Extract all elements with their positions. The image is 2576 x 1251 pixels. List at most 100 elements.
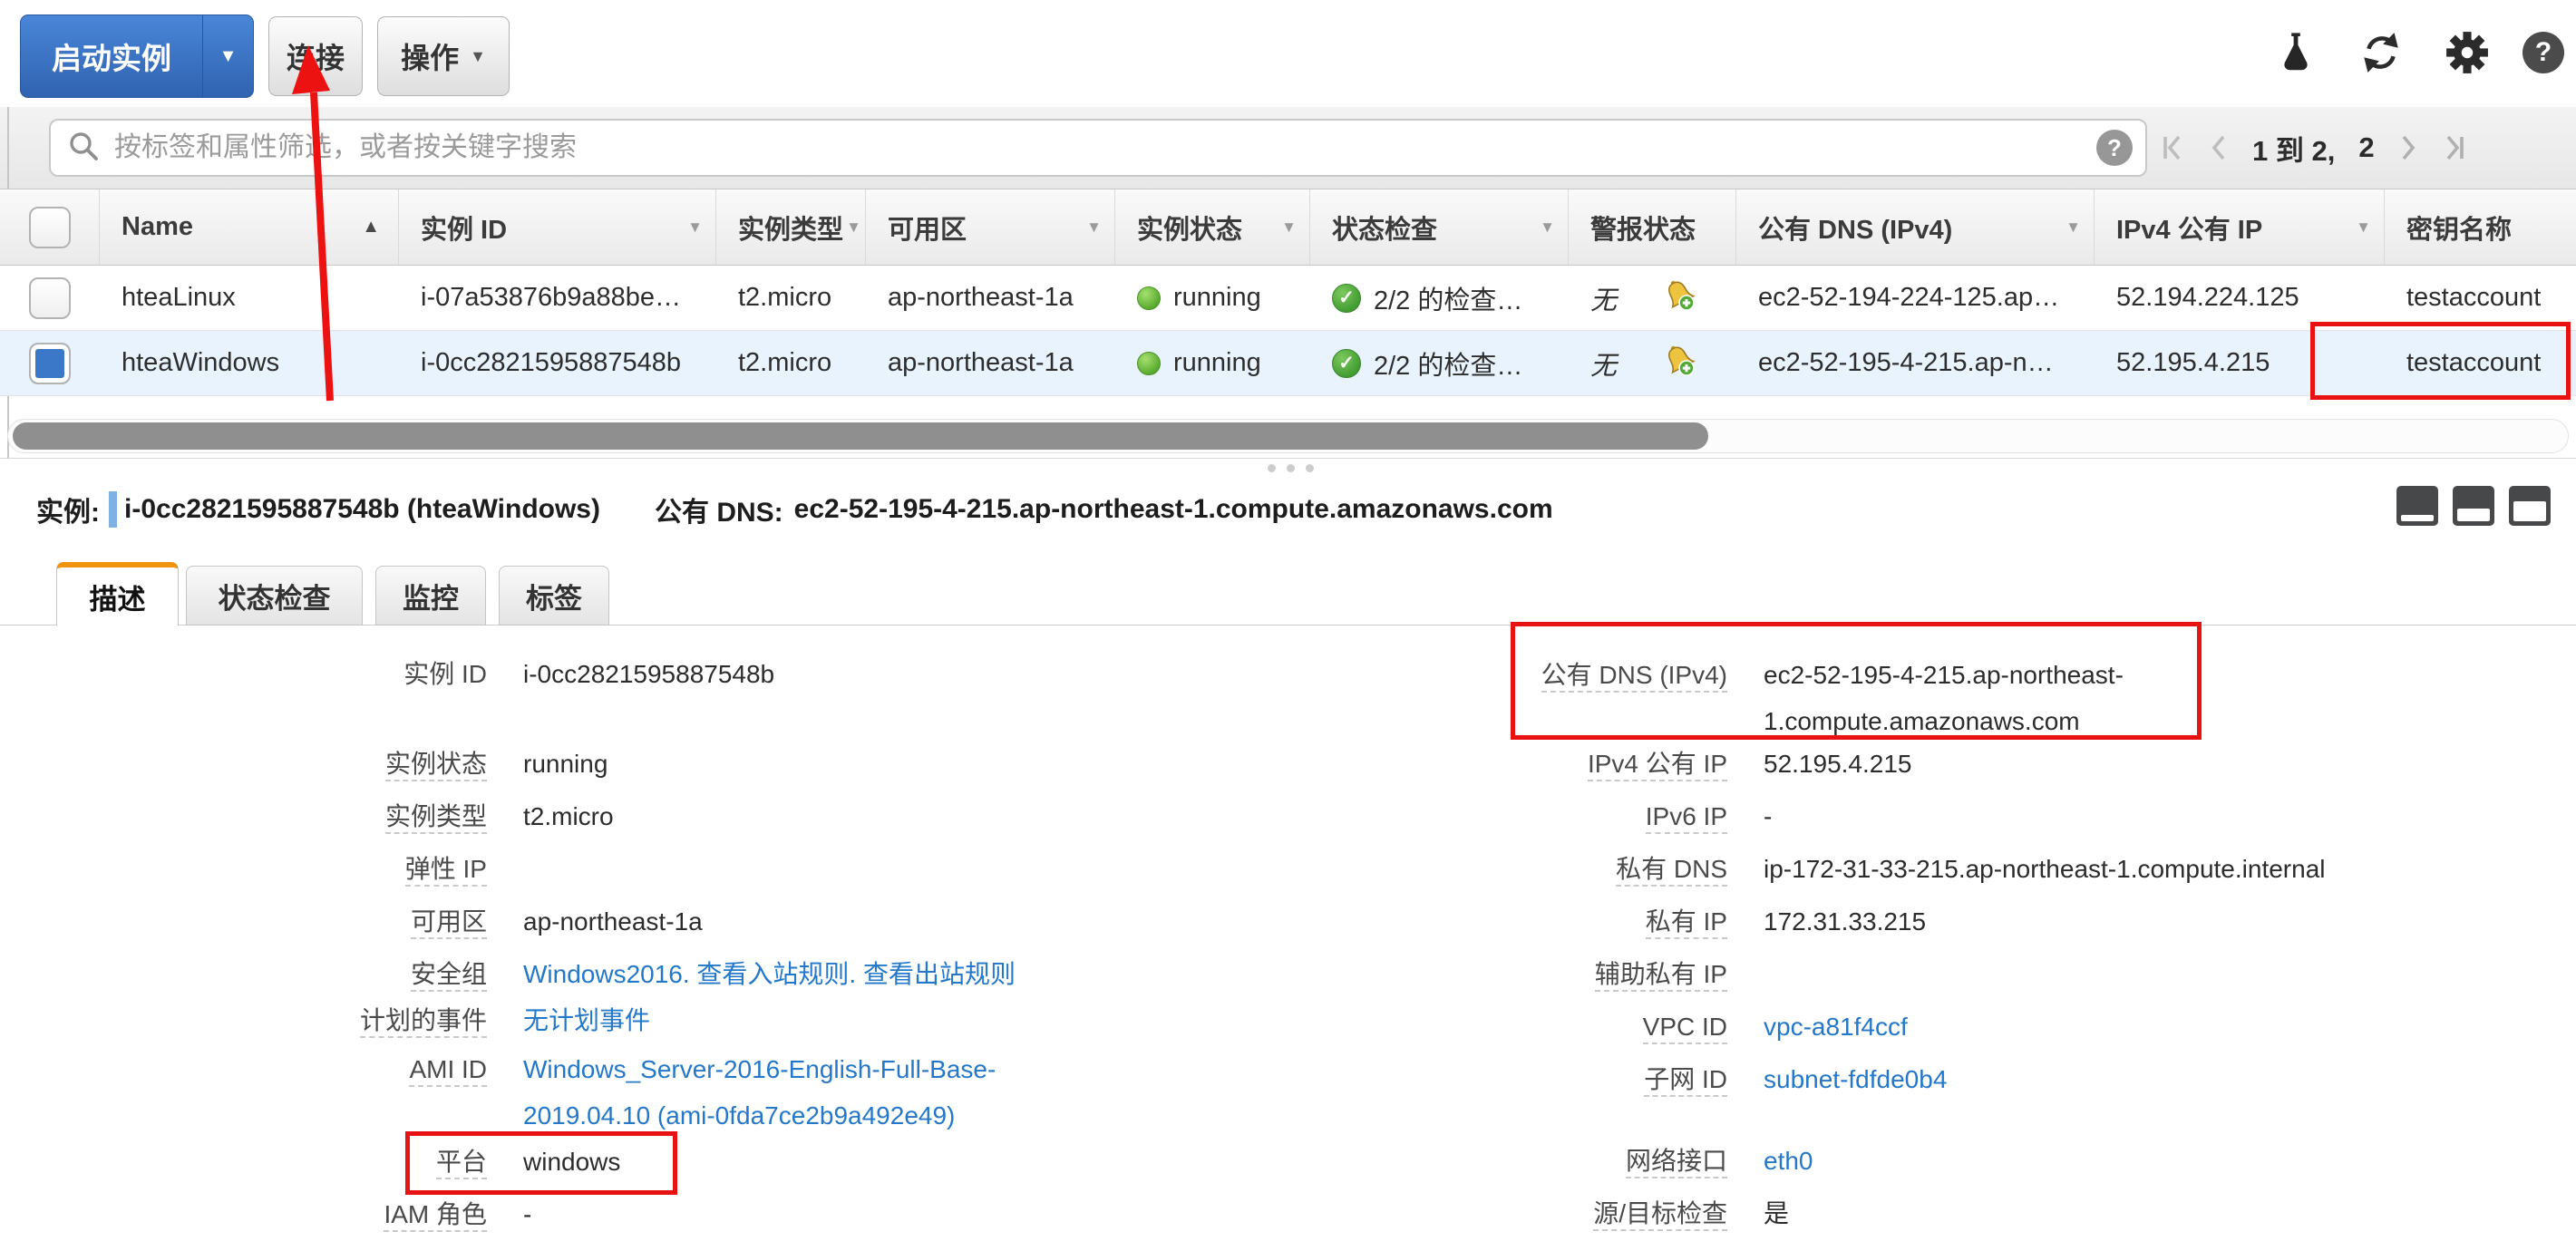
check-passed-icon: ✓ <box>1332 349 1361 378</box>
field-scheduled-events: 计划的事件 无计划事件 <box>145 1004 1306 1037</box>
column-header-state[interactable]: 实例状态▼ <box>1115 189 1310 265</box>
public-dns-value: ec2-52-195-4-215.ap-northeast-1.compute.… <box>794 494 1553 525</box>
last-page-icon[interactable] <box>2442 133 2465 162</box>
table-header-row: Name▲ 实例 ID▼ 实例类型▼ 可用区▼ 实例状态▼ 状态检查▼ 警报状态… <box>0 189 2576 266</box>
cell-status-check: ✓2/2 的检查… <box>1310 331 1569 395</box>
pane-layout-small-icon[interactable] <box>2396 486 2438 526</box>
tab-monitoring[interactable]: 监控 <box>375 566 486 626</box>
checkbox-icon[interactable] <box>29 207 71 248</box>
sort-asc-icon[interactable]: ▲ <box>362 217 380 238</box>
running-status-icon <box>1137 352 1161 375</box>
connect-button[interactable]: 连接 <box>268 16 363 96</box>
pane-drag-handle[interactable] <box>1268 464 1314 472</box>
column-header-instance-id[interactable]: 实例 ID▼ <box>399 189 716 265</box>
pane-layout-large-icon[interactable] <box>2509 486 2551 526</box>
field-ipv6-ip: IPv6 IP - <box>1315 800 2566 833</box>
gear-icon[interactable] <box>2444 29 2491 76</box>
checkbox-icon[interactable] <box>29 277 71 319</box>
instance-id-text: i-0cc2821595887548b (hteaWindows) <box>124 494 600 525</box>
add-alarm-bell-icon[interactable] <box>1660 342 1696 385</box>
chevron-down-icon: ▼ <box>219 46 238 67</box>
column-header-az[interactable]: 可用区▼ <box>866 189 1115 265</box>
field-instance-id: 实例 ID i-0cc2821595887548b <box>145 658 1306 691</box>
field-vpc-id: VPC ID vpc-a81f4ccf <box>1315 1011 2566 1043</box>
running-status-icon <box>1137 286 1161 310</box>
search-help-icon[interactable]: ? <box>2096 130 2133 166</box>
table-row-selected[interactable]: hteaWindows i-0cc2821595887548b t2.micro… <box>0 331 2576 396</box>
column-menu-icon[interactable]: ▼ <box>846 218 861 237</box>
pane-layout-medium-icon[interactable] <box>2453 486 2494 526</box>
field-subnet-id: 子网 ID subnet-fdfde0b4 <box>1315 1063 2566 1096</box>
selection-indicator <box>109 491 117 528</box>
tab-description[interactable]: 描述 <box>56 562 179 626</box>
select-all-checkbox[interactable] <box>0 189 100 265</box>
launch-instance-button[interactable]: 启动实例 ▼ <box>20 15 254 98</box>
actions-button[interactable]: 操作 ▼ <box>377 16 510 96</box>
cell-alarm: 无 <box>1569 266 1736 330</box>
cell-public-ip: 52.195.4.215 <box>2095 331 2385 395</box>
cell-status-check: ✓2/2 的检查… <box>1310 266 1569 330</box>
horizontal-scrollbar-thumb[interactable] <box>13 422 1708 450</box>
checkbox-checked-icon[interactable] <box>29 343 71 384</box>
cell-instance-id: i-0cc2821595887548b <box>399 331 716 395</box>
column-menu-icon[interactable]: ▼ <box>1086 218 1102 237</box>
pane-divider <box>0 458 2576 459</box>
column-header-key-name[interactable]: 密钥名称 <box>2385 189 2576 265</box>
cell-type: t2.micro <box>716 331 866 395</box>
row-checkbox[interactable] <box>0 331 100 395</box>
table-row[interactable]: hteaLinux i-07a53876b9a88be… t2.micro ap… <box>0 266 2576 331</box>
vpc-link[interactable]: vpc-a81f4ccf <box>1764 1011 1908 1043</box>
column-header-name[interactable]: Name▲ <box>100 189 399 265</box>
field-network-interface: 网络接口 eth0 <box>1315 1145 2566 1178</box>
column-menu-icon[interactable]: ▼ <box>1281 218 1297 237</box>
column-menu-icon[interactable]: ▼ <box>1540 218 1555 237</box>
subnet-link[interactable]: subnet-fdfde0b4 <box>1764 1063 1947 1096</box>
cell-public-ip: 52.194.224.125 <box>2095 266 2385 330</box>
refresh-icon[interactable] <box>2357 29 2405 76</box>
filter-band: ? 1 到 2, 2 <box>0 107 2576 189</box>
cell-public-dns: ec2-52-194-224-125.ap… <box>1736 266 2095 330</box>
cell-name: hteaLinux <box>100 266 399 330</box>
scheduled-events-link[interactable]: 无计划事件 <box>523 1004 650 1037</box>
next-page-icon[interactable] <box>2398 133 2418 162</box>
cell-key-name: testaccount <box>2385 266 2576 330</box>
eth0-link[interactable]: eth0 <box>1764 1145 1813 1178</box>
launch-dropdown-caret[interactable]: ▼ <box>202 15 253 97</box>
ami-link[interactable]: Windows_Server-2016-English-Full-Base- 2… <box>523 1053 996 1132</box>
field-platform: 平台 windows <box>145 1146 1306 1178</box>
cell-instance-id: i-07a53876b9a88be… <box>399 266 716 330</box>
column-header-type[interactable]: 实例类型▼ <box>716 189 866 265</box>
cell-type: t2.micro <box>716 266 866 330</box>
field-security-groups: 安全组 Windows2016. 查看入站规则. 查看出站规则 <box>145 958 1306 991</box>
launch-instance-label[interactable]: 启动实例 <box>21 15 202 97</box>
column-header-public-ip[interactable]: IPv4 公有 IP▼ <box>2095 189 2385 265</box>
column-menu-icon[interactable]: ▼ <box>2356 218 2371 237</box>
row-checkbox[interactable] <box>0 266 100 330</box>
help-icon[interactable]: ? <box>2520 29 2567 76</box>
page-total: 2 <box>2358 131 2374 164</box>
first-page-icon[interactable] <box>2162 133 2185 162</box>
column-header-public-dns[interactable]: 公有 DNS (IPv4)▼ <box>1736 189 2095 265</box>
search-input[interactable] <box>114 121 2145 174</box>
column-header-status-check[interactable]: 状态检查▼ <box>1310 189 1569 265</box>
page-range: 1 到 2, <box>2252 128 2335 169</box>
cell-key-name: testaccount <box>2385 331 2576 395</box>
field-src-dst-check: 源/目标检查 是 <box>1315 1198 2566 1230</box>
field-private-dns: 私有 DNS ip-172-31-33-215.ap-northeast-1.c… <box>1315 853 2566 886</box>
field-instance-state: 实例状态 running <box>145 748 1306 781</box>
chevron-down-icon: ▼ <box>470 47 486 66</box>
search-box[interactable]: ? <box>49 119 2147 177</box>
prev-page-icon[interactable] <box>2209 133 2229 162</box>
add-alarm-bell-icon[interactable] <box>1660 276 1696 320</box>
cell-name: hteaWindows <box>100 331 399 395</box>
column-header-alarm[interactable]: 警报状态 <box>1569 189 1736 265</box>
tab-tags[interactable]: 标签 <box>499 566 609 626</box>
pane-layout-switcher <box>2396 486 2551 526</box>
details-left-column: 实例 ID i-0cc2821595887548b 实例状态 running 实… <box>145 658 1306 1251</box>
security-groups-links[interactable]: Windows2016. 查看入站规则. 查看出站规则 <box>523 958 1016 991</box>
tab-status-checks[interactable]: 状态检查 <box>186 566 363 626</box>
public-dns-label: 公有 DNS: <box>655 490 783 529</box>
column-menu-icon[interactable]: ▼ <box>687 218 703 237</box>
labs-flask-icon[interactable] <box>2272 29 2319 76</box>
column-menu-icon[interactable]: ▼ <box>2066 218 2081 237</box>
